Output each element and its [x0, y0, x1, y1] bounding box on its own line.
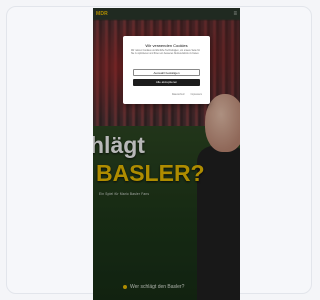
- confirm-selection-button[interactable]: Auswahl bestätigen: [133, 69, 200, 76]
- cookie-dialog-links: Datenschutz Impressum: [131, 94, 202, 96]
- accept-all-button[interactable]: Alle akzeptieren: [133, 79, 200, 86]
- privacy-link[interactable]: Datenschutz: [172, 94, 185, 96]
- imprint-link[interactable]: Impressum: [191, 94, 202, 96]
- mobile-screenshot: MDR ≡ hlägt BASLER? Ein Spiel für Mario …: [93, 8, 240, 300]
- cookie-dialog-title: Wir verwenden Cookies: [145, 43, 188, 48]
- cookie-dialog: Wir verwenden Cookies Wir nutzen Cookies…: [123, 36, 210, 104]
- cookie-dialog-body: Wir nutzen Cookies und ähnliche Technolo…: [131, 50, 201, 55]
